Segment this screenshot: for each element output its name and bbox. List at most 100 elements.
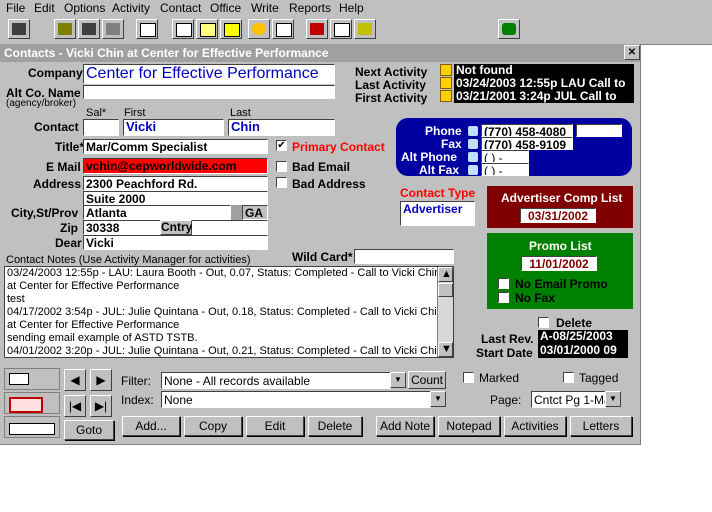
toolbar-button-3[interactable] [78, 19, 100, 39]
menu-edit[interactable]: Edit [34, 1, 55, 15]
menu-reports[interactable]: Reports [289, 1, 331, 15]
menu-help[interactable]: Help [339, 1, 364, 15]
notes-scrollbar[interactable]: ▲ ▼ [437, 267, 453, 357]
delete-button[interactable]: Delete [308, 416, 362, 436]
letters-button[interactable]: Letters [570, 416, 632, 436]
tree-view-panel[interactable] [4, 416, 60, 438]
goto-button[interactable]: Goto [64, 420, 114, 440]
toolbar-button-9[interactable] [248, 19, 270, 39]
filter-dropdown-icon[interactable]: ▼ [390, 372, 406, 388]
view-switch-panel[interactable] [4, 368, 60, 390]
alt-company-field[interactable] [83, 85, 335, 99]
phone-icon [82, 23, 96, 35]
toolbar-button-4[interactable] [102, 19, 124, 39]
dear-field[interactable]: Vicki [83, 235, 268, 250]
page-dropdown-icon[interactable]: ▼ [605, 391, 621, 407]
count-button[interactable]: Count [408, 371, 446, 389]
bad-email-label: Bad Email [292, 160, 351, 174]
menu-contact[interactable]: Contact [160, 1, 201, 15]
address-line2-field[interactable]: Suite 2000 [83, 191, 268, 206]
toolbar-button-2[interactable] [54, 19, 76, 39]
add-button[interactable]: Add... [122, 416, 180, 436]
toolbar-button-11[interactable] [306, 19, 328, 39]
advertiser-panel: Advertiser Comp List 03/31/2002 [487, 186, 633, 228]
dial-fax-icon[interactable] [468, 139, 478, 149]
bad-email-checkbox[interactable] [276, 161, 287, 172]
toolbar-button-5[interactable] [136, 19, 158, 39]
company-field[interactable]: Center for Effective Performance [83, 64, 335, 84]
alt-phone-field[interactable]: ( ) - [481, 150, 529, 163]
tagged-checkbox[interactable] [563, 372, 574, 383]
marked-checkbox[interactable] [463, 372, 474, 383]
fax-field[interactable]: (770) 458-9109 [481, 137, 573, 150]
note-line: at Center for Effective Performance [7, 319, 180, 331]
filter-select[interactable]: None - All records available [161, 372, 391, 389]
delete-checkbox[interactable] [538, 317, 549, 328]
salutation-field[interactable] [83, 119, 119, 136]
menu-options[interactable]: Options [64, 1, 105, 15]
scroll-thumb[interactable] [438, 283, 453, 297]
toolbar-button-12[interactable] [330, 19, 352, 39]
alt-fax-field[interactable]: ( ) - [481, 163, 529, 176]
toolbar-button-6[interactable] [172, 19, 194, 39]
toolbar-button-8[interactable] [220, 19, 242, 39]
state-field[interactable]: GA [242, 205, 268, 220]
copy-button[interactable]: Copy [184, 416, 242, 436]
index-select[interactable]: None [161, 391, 431, 408]
title-field[interactable]: Mar/Comm Specialist [83, 139, 268, 154]
menu-file[interactable]: File [6, 1, 25, 15]
list-view-panel[interactable] [4, 392, 60, 414]
phone-extension-field[interactable] [576, 124, 622, 137]
email-field[interactable]: vchin@cepworldwide.com [83, 158, 268, 174]
toolbar-button-13[interactable] [354, 19, 376, 39]
wild-card-field[interactable] [354, 249, 454, 264]
promo-date-field[interactable]: 11/01/2002 [521, 256, 597, 271]
next-record-button[interactable]: ▶ [90, 369, 112, 391]
add-note-button[interactable]: Add Note [376, 416, 434, 436]
advertiser-date-field[interactable]: 03/31/2002 [520, 208, 596, 223]
right-arrow-icon: ▶ [96, 373, 106, 387]
calendar-icon[interactable] [440, 64, 452, 76]
last-name-field[interactable]: Chin [228, 119, 335, 136]
no-fax-checkbox[interactable] [498, 292, 509, 303]
address-line1-field[interactable]: 2300 Peachford Rd. [83, 176, 268, 191]
close-button[interactable]: ✕ [624, 45, 640, 60]
dial-alt-phone-icon[interactable] [468, 152, 478, 162]
city-field[interactable]: Atlanta [83, 205, 231, 220]
menu-activity[interactable]: Activity [112, 1, 150, 15]
menu-office[interactable]: Office [210, 1, 241, 15]
first-activity-value[interactable]: 03/21/2001 3:24p JUL Call to [454, 90, 634, 103]
notepad-button[interactable]: Notepad [438, 416, 500, 436]
page-select[interactable]: Cntct Pg 1-Main [531, 391, 606, 408]
prev-record-button[interactable]: ◀ [64, 369, 86, 391]
no-email-promo-checkbox[interactable] [498, 278, 509, 289]
scroll-down-icon[interactable]: ▼ [438, 342, 453, 357]
edit-button[interactable]: Edit [246, 416, 304, 436]
scroll-up-icon[interactable]: ▲ [438, 267, 453, 282]
phone-field[interactable]: (770) 458-4080 [481, 124, 573, 137]
primary-contact-checkbox[interactable]: ✔ [276, 140, 287, 151]
activities-button[interactable]: Activities [504, 416, 566, 436]
bad-address-checkbox[interactable] [276, 177, 287, 188]
city-lookup-button[interactable] [231, 205, 242, 220]
last-record-button[interactable]: ▶| [90, 395, 112, 417]
dial-alt-fax-icon[interactable] [468, 165, 478, 175]
toolbar-button-10[interactable] [272, 19, 294, 39]
toolbar-button-1[interactable] [8, 19, 30, 39]
dial-phone-icon[interactable] [468, 126, 478, 136]
toolbar-button-7[interactable] [196, 19, 218, 39]
calendar-icon[interactable] [440, 77, 452, 89]
contact-notes-area[interactable]: 03/24/2003 12:55p - LAU: Laura Booth - O… [4, 266, 454, 358]
last-activity-value[interactable]: 03/24/2003 12:55p LAU Call to [454, 77, 634, 90]
first-record-button[interactable]: |◀ [64, 395, 86, 417]
calendar-icon[interactable] [440, 90, 452, 102]
next-activity-value[interactable]: Not found [454, 64, 634, 77]
menu-write[interactable]: Write [251, 1, 279, 15]
contact-type-field[interactable]: Advertiser [400, 201, 475, 226]
first-name-field[interactable]: Vicki [123, 119, 224, 136]
dear-label: Dear [55, 236, 82, 250]
country-button[interactable]: Cntry [160, 220, 192, 235]
toolbar-button-dial[interactable] [498, 19, 520, 39]
index-dropdown-icon[interactable]: ▼ [430, 391, 446, 407]
contact-notes-label: Contact Notes (Use Activity Manager for … [6, 254, 251, 266]
